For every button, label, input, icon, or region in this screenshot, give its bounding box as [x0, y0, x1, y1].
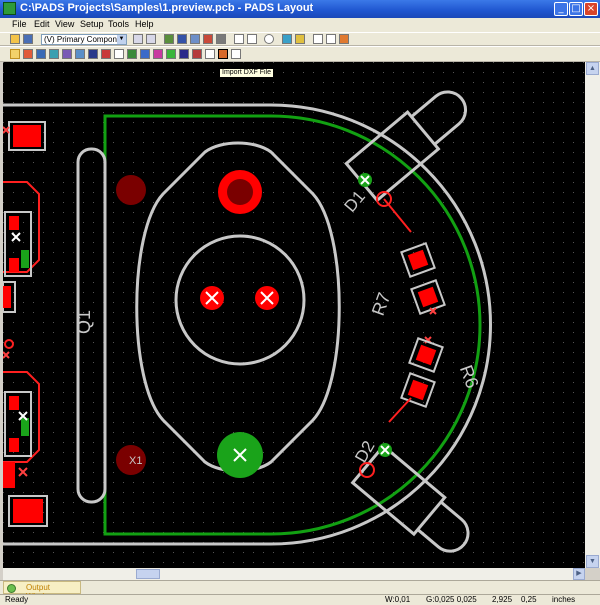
- standard-toolbar: (V) Primary Componer ▼: [0, 32, 600, 46]
- measure-icon[interactable]: [216, 34, 226, 44]
- output-window-tab[interactable]: Output Window: [3, 581, 81, 601]
- dimension-icon[interactable]: [179, 49, 189, 59]
- route-icon[interactable]: [23, 49, 33, 59]
- status-y: 0,25: [521, 595, 537, 604]
- output-window-icon: [7, 584, 16, 593]
- pcb-canvas[interactable]: Q1 X1 D1 R7 R6 D2: [3, 62, 585, 568]
- export-icon[interactable]: [231, 49, 241, 59]
- tooltip: Import DXF File: [219, 68, 275, 78]
- output-window-bar: Output Window: [0, 580, 600, 601]
- left-pad-3[interactable]: [3, 286, 11, 308]
- report-icon[interactable]: [326, 34, 336, 44]
- split-icon[interactable]: [205, 49, 215, 59]
- rotate-icon[interactable]: [62, 49, 72, 59]
- status-grid: G:0,025 0,025: [426, 595, 477, 604]
- text-icon[interactable]: [114, 49, 124, 59]
- status-bar: Ready W:0,01 G:0,025 0,025 2,925 0,25 in…: [0, 594, 600, 605]
- window-title: C:\PADS Projects\Samples\1.preview.pcb -…: [20, 2, 314, 14]
- menu-view[interactable]: View: [55, 19, 74, 29]
- keepout-icon[interactable]: [153, 49, 163, 59]
- via-icon[interactable]: [166, 49, 176, 59]
- cutout-icon[interactable]: [140, 49, 150, 59]
- copy-icon[interactable]: [146, 34, 156, 44]
- open-folder-icon[interactable]: [10, 34, 20, 44]
- chevron-down-icon[interactable]: ▼: [117, 35, 126, 44]
- title-bar: C:\PADS Projects\Samples\1.preview.pcb -…: [0, 0, 600, 18]
- menu-setup[interactable]: Setup: [80, 19, 104, 29]
- move-icon[interactable]: [49, 49, 59, 59]
- save-icon[interactable]: [23, 34, 33, 44]
- options-icon[interactable]: [339, 34, 349, 44]
- pointer-icon[interactable]: [10, 49, 20, 59]
- left-pad-2b[interactable]: [9, 258, 19, 272]
- minimize-button[interactable]: _: [554, 2, 568, 16]
- redo-icon[interactable]: [247, 34, 257, 44]
- left-green-1[interactable]: [21, 250, 29, 268]
- highlight-icon[interactable]: [295, 34, 305, 44]
- close-button[interactable]: ×: [584, 2, 598, 16]
- left-pad-2a[interactable]: [9, 216, 19, 230]
- horizontal-scroll-thumb[interactable]: [136, 569, 160, 579]
- status-width: W:0,01: [385, 595, 411, 604]
- window-icon[interactable]: [313, 34, 323, 44]
- menu-help[interactable]: Help: [135, 19, 154, 29]
- left-pad-1[interactable]: [13, 125, 41, 147]
- layers-icon[interactable]: [282, 34, 292, 44]
- menu-bar: File Edit View Setup Tools Help: [0, 18, 600, 32]
- import-dxf-icon[interactable]: [218, 49, 228, 59]
- app-icon: [3, 2, 16, 15]
- left-pad-5[interactable]: [3, 462, 15, 488]
- vertical-scrollbar[interactable]: ▲ ▼: [585, 62, 600, 568]
- layer-select[interactable]: (V) Primary Componer ▼: [41, 34, 127, 45]
- undo-icon[interactable]: [234, 34, 244, 44]
- select-icon[interactable]: [203, 34, 213, 44]
- left-pad-6[interactable]: [13, 499, 43, 523]
- board-icon[interactable]: [164, 34, 174, 44]
- copper-icon[interactable]: [127, 49, 137, 59]
- flip-icon[interactable]: [88, 49, 98, 59]
- layer-select-value: (V) Primary Componer: [44, 35, 125, 44]
- zoom-icon[interactable]: [264, 34, 274, 44]
- scroll-down-icon[interactable]: ▼: [586, 555, 599, 568]
- add-component-icon[interactable]: [36, 49, 46, 59]
- spin-icon[interactable]: [75, 49, 85, 59]
- status-ready: Ready: [5, 595, 29, 604]
- status-x: 2,925: [492, 595, 513, 604]
- menu-tools[interactable]: Tools: [108, 19, 129, 29]
- left-pad-4a[interactable]: [9, 396, 19, 410]
- x1-label: X1: [129, 455, 142, 467]
- grid-icon[interactable]: [177, 34, 187, 44]
- jumper-icon[interactable]: [192, 49, 202, 59]
- cut-icon[interactable]: [133, 34, 143, 44]
- via-top[interactable]: [116, 175, 146, 205]
- status-units: inches: [552, 595, 576, 604]
- horizontal-scrollbar[interactable]: ▶: [3, 568, 585, 580]
- menu-file[interactable]: File: [12, 19, 27, 29]
- drafting-icon[interactable]: [101, 49, 111, 59]
- top-pad-hole: [227, 179, 253, 205]
- q1-label: Q1: [74, 310, 94, 334]
- maximize-button[interactable]: □: [569, 2, 583, 16]
- left-pad-4b[interactable]: [9, 438, 19, 452]
- pcb-drawing[interactable]: Q1 X1 D1 R7 R6 D2: [3, 62, 585, 568]
- left-green-2[interactable]: [21, 418, 29, 436]
- scroll-up-icon[interactable]: ▲: [586, 62, 599, 75]
- monitor-icon[interactable]: [190, 34, 200, 44]
- edit-toolbar: [0, 46, 600, 62]
- menu-edit[interactable]: Edit: [34, 19, 50, 29]
- scroll-right-icon[interactable]: ▶: [573, 568, 585, 580]
